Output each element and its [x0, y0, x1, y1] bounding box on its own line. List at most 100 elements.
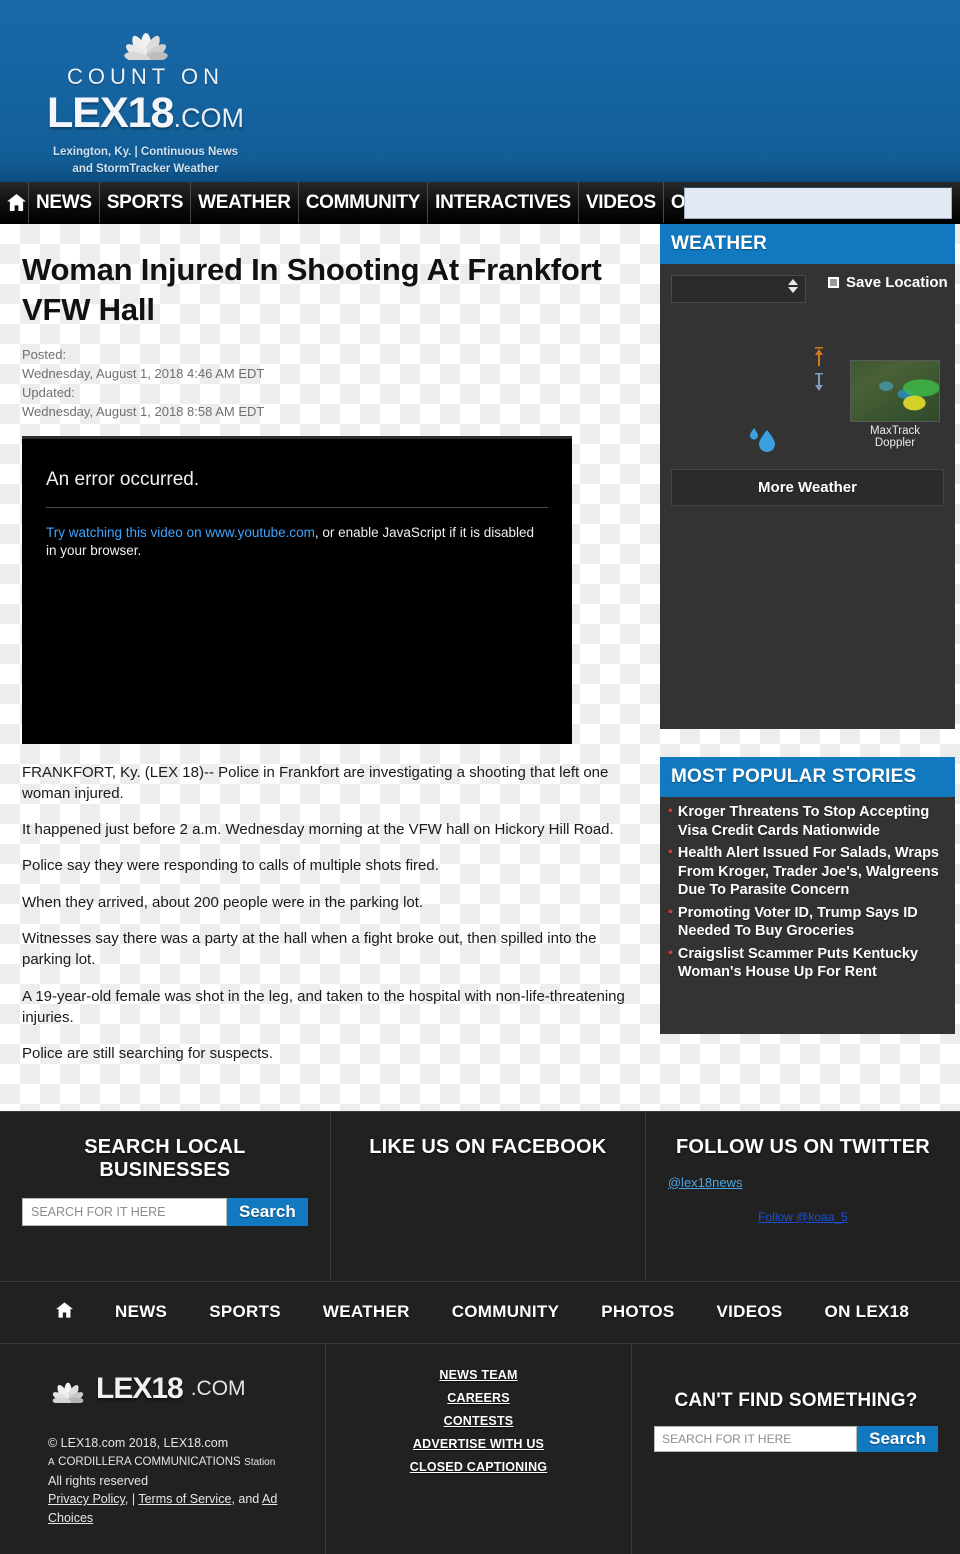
footer-nav-photos[interactable]: PHOTOS — [601, 1302, 674, 1322]
station-word: Station — [244, 1457, 276, 1469]
story-title: Health Alert Issued For Salads, Wraps Fr… — [677, 845, 939, 899]
facebook-widget: LIKE US ON FACEBOOK — [331, 1111, 646, 1281]
article-meta: Posted: Wednesday, August 1, 2018 4:46 A… — [22, 345, 640, 422]
article-paragraph: Police are still searching for suspects. — [22, 1045, 273, 1063]
privacy-policy-link[interactable]: Privacy Policy — [48, 1492, 125, 1506]
footer-link-closed-captioning[interactable]: CLOSED CAPTIONING — [346, 1460, 611, 1474]
story-title: Craigslist Scammer Puts Kentucky Woman's… — [677, 945, 919, 981]
search-local-businesses-widget: SEARCH LOCAL BUSINESSES SEARCH FOR IT HE… — [0, 1111, 331, 1281]
footer-nav-weather[interactable]: WEATHER — [323, 1302, 410, 1322]
business-search-button[interactable]: Search — [227, 1197, 308, 1226]
site-logo[interactable]: COUNT ON LEX18.COM Lexington, Ky. | Cont… — [18, 22, 273, 177]
station-article: A — [48, 1457, 55, 1469]
nbc-peacock-icon — [52, 1382, 84, 1403]
list-item[interactable]: • Promoting Voter ID, Trump Says ID Need… — [668, 904, 945, 941]
article-paragraph: When they arrived, about 200 people were… — [22, 893, 424, 911]
nav-item-videos[interactable]: VIDEOS — [577, 182, 663, 223]
twitter-handle-link[interactable]: @lex18news — [668, 1175, 938, 1190]
nav-item-community[interactable]: COMMUNITY — [297, 182, 427, 223]
footer-logo-name: LEX18 — [96, 1371, 184, 1405]
twitter-widget: FOLLOW US ON TWITTER @lex18news Follow @… — [646, 1112, 960, 1281]
terms-of-service-link[interactable]: Terms of Service — [138, 1492, 231, 1506]
footer-nav-on-lex18[interactable]: ON LEX18 — [825, 1302, 910, 1322]
copyright-line: © LEX18.com 2018, LEX18.com — [48, 1435, 229, 1450]
widget-title: LIKE US ON FACEBOOK — [369, 1135, 607, 1158]
list-item[interactable]: • Health Alert Issued For Salads, Wraps … — [668, 844, 945, 900]
posted-label: Posted: — [22, 346, 67, 362]
footer-brand-column: LEX18 .COM © LEX18.com 2018, LEX18.com A … — [0, 1343, 326, 1554]
radar-map-thumbnail — [850, 360, 940, 422]
list-item[interactable]: • Kroger Threatens To Stop Accepting Vis… — [668, 803, 945, 840]
home-icon[interactable] — [0, 182, 28, 223]
most-popular-list: • Kroger Threatens To Stop Accepting Vis… — [660, 797, 955, 1034]
arrow-up-icon — [812, 347, 826, 372]
footer-logo-suffix: .COM — [190, 1376, 246, 1400]
story-title: Promoting Voter ID, Trump Says ID Needed… — [677, 904, 918, 940]
weather-location-select[interactable] — [671, 275, 806, 303]
video-error-title: An error occurred. — [46, 469, 548, 508]
footer-search-input[interactable]: SEARCH FOR IT HERE — [654, 1425, 858, 1452]
main-navigation: NEWS SPORTS WEATHER COMMUNITY INTERACTIV… — [0, 182, 960, 224]
site-masthead: COUNT ON LEX18.COM Lexington, Ky. | Cont… — [0, 0, 960, 182]
nbc-peacock-icon — [123, 33, 168, 60]
widget-title: FOLLOW US ON TWITTER — [675, 1135, 930, 1158]
footer-logo[interactable]: LEX18 .COM — [48, 1372, 305, 1406]
article-paragraph: Police say they were responding to calls… — [22, 857, 439, 875]
save-location-control[interactable]: Save Location — [828, 274, 948, 291]
home-icon[interactable] — [56, 1301, 73, 1323]
updated-label: Updated: — [22, 385, 75, 401]
checkbox-icon[interactable] — [828, 277, 839, 288]
footer-search-title: CAN'T FIND SOMETHING? — [674, 1389, 918, 1411]
brand-name: LEX18 — [47, 89, 174, 137]
footer-nav-sports[interactable]: SPORTS — [209, 1302, 281, 1322]
video-player[interactable]: An error occurred. Try watching this vid… — [22, 435, 572, 744]
footer-bottom: LEX18 .COM © LEX18.com 2018, LEX18.com A … — [0, 1342, 960, 1554]
header-search-input[interactable] — [684, 187, 952, 219]
article-paragraph: It happened just before 2 a.m. Wednesday… — [22, 821, 614, 839]
widget-title: SEARCH LOCAL BUSINESSES — [84, 1135, 246, 1181]
footer-link-careers[interactable]: CAREERS — [346, 1391, 611, 1405]
nav-item-interactives[interactable]: INTERACTIVES — [427, 182, 578, 223]
doppler-radar-link[interactable]: MaxTrack Doppler — [850, 360, 940, 449]
chevron-updown-icon — [788, 279, 798, 293]
weather-widget-title: WEATHER — [660, 224, 955, 264]
footer-link-contests[interactable]: CONTESTS — [346, 1414, 611, 1428]
station-name: CORDILLERA COMMUNICATIONS — [58, 1456, 241, 1469]
more-weather-button[interactable]: More Weather — [671, 469, 944, 506]
raindrop-icon — [745, 424, 781, 459]
footer-link-advertise[interactable]: ADVERTISE WITH US — [346, 1437, 611, 1451]
business-search-input[interactable]: SEARCH FOR IT HERE — [22, 1197, 227, 1226]
doppler-caption: MaxTrack Doppler — [869, 425, 921, 449]
bullet-icon: • — [668, 843, 673, 860]
footer-link-news-team[interactable]: NEWS TEAM — [346, 1368, 611, 1382]
youtube-fallback-link[interactable]: Try watching this video on www.youtube.c… — [46, 525, 315, 540]
legal-sep-2: , and — [231, 1492, 260, 1507]
footer-nav-videos[interactable]: VIDEOS — [717, 1302, 783, 1322]
footer-search-button[interactable]: Search — [857, 1425, 938, 1452]
footer-nav-news[interactable]: NEWS — [115, 1302, 167, 1322]
article-column: Woman Injured In Shooting At Frankfort V… — [0, 224, 660, 1110]
footer-navigation: NEWS SPORTS WEATHER COMMUNITY PHOTOS VID… — [0, 1280, 960, 1343]
updated-value: Wednesday, August 1, 2018 8:58 AM EDT — [22, 404, 265, 420]
nav-item-sports[interactable]: SPORTS — [98, 182, 190, 223]
page-body: Woman Injured In Shooting At Frankfort V… — [0, 224, 960, 1111]
bullet-icon: • — [668, 802, 673, 818]
count-on-text: COUNT ON — [67, 64, 224, 89]
most-popular-title: MOST POPULAR STORIES — [660, 757, 955, 797]
twitter-follow-button[interactable]: Follow @koaa_5 — [668, 1210, 938, 1224]
footer-search-column: CAN'T FIND SOMETHING? SEARCH FOR IT HERE… — [632, 1344, 960, 1554]
nav-item-news[interactable]: NEWS — [28, 182, 99, 223]
brand-suffix: .COM — [173, 103, 244, 133]
list-item[interactable]: • Craigslist Scammer Puts Kentucky Woman… — [668, 945, 945, 982]
weather-widget: WEATHER Save Location MaxTrack Doppler M… — [660, 224, 955, 729]
legal-sep-1: , | — [124, 1492, 136, 1507]
bullet-icon: • — [668, 902, 673, 919]
site-tagline: Lexington, Ky. | Continuous News and Sto… — [18, 144, 273, 177]
rights-line: All rights reserved — [48, 1473, 149, 1488]
nav-item-weather[interactable]: WEATHER — [190, 182, 298, 223]
footer-nav-community[interactable]: COMMUNITY — [452, 1302, 560, 1322]
brand-wordmark: LEX18.COM — [18, 92, 273, 135]
article-paragraph: A 19-year-old female was shot in the leg… — [22, 987, 625, 1026]
footer-widgets: SEARCH LOCAL BUSINESSES SEARCH FOR IT HE… — [0, 1110, 960, 1281]
station-line: A CORDILLERA COMMUNICATIONS Station — [48, 1452, 305, 1471]
